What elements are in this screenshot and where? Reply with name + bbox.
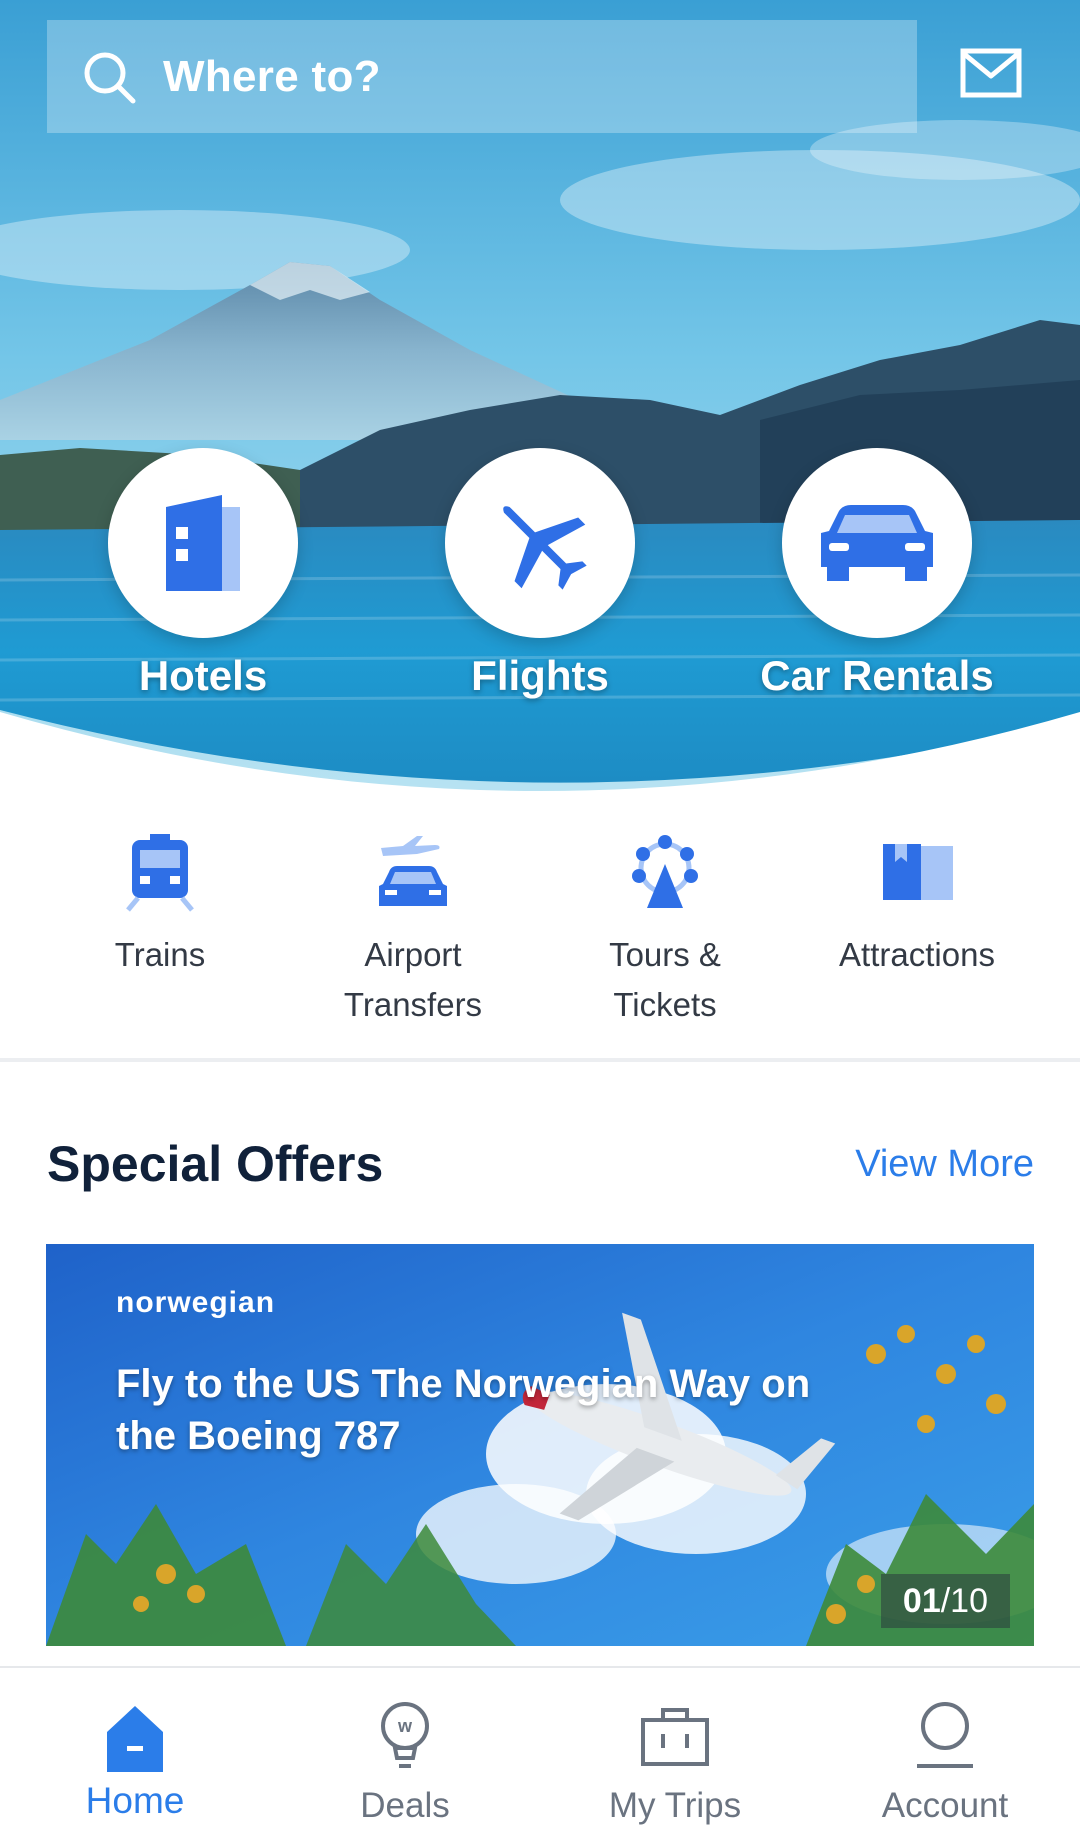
category-attractions[interactable]: Attractions [802,832,1032,980]
bottom-navigation: Home w Deals My Trips Account [0,1666,1080,1841]
banner-headline: Fly to the US The Norwegian Way on the B… [116,1362,811,1458]
nav-label: My Trips [608,1786,742,1825]
category-airport-transfers[interactable]: Airport Transfers [298,832,528,1030]
category-label: Attractions [839,936,995,973]
category-tours-tickets[interactable]: Tours & Tickets [550,832,780,1030]
category-hotels[interactable]: Hotels [53,448,353,700]
counter-current: 01 [902,1582,941,1620]
category-car-rentals[interactable]: Car Rentals [727,448,1027,700]
hero-banner: Where to? Hotels Flights Car Rentals [0,0,1080,800]
flights-icon-circle[interactable] [445,448,635,638]
nav-home[interactable]: Home [0,1668,270,1843]
banner-brand-logo: norwegian [116,1286,276,1319]
section-divider [0,1058,1080,1062]
nav-my-trips[interactable]: My Trips [540,1668,810,1843]
airplane-icon [503,506,587,590]
label-line-2: Tickets [613,986,717,1023]
nav-account[interactable]: Account [810,1668,1080,1843]
carousel-counter: 01/10 [880,1574,1010,1628]
counter-total: /10 [940,1582,988,1620]
hotels-icon-circle[interactable] [108,448,298,638]
car-icon [821,505,933,581]
category-label: Tours & Tickets [550,930,780,1030]
view-more-link[interactable]: View More [855,1143,1034,1186]
nav-label: Account [881,1786,1009,1825]
search-bar[interactable]: Where to? [47,20,917,133]
nav-label: Deals [360,1786,450,1825]
special-offers-title: Special Offers [47,1136,384,1192]
car-rentals-icon-circle[interactable] [782,448,972,638]
mail-icon[interactable] [960,48,1022,100]
category-trains[interactable]: Trains [45,832,275,980]
hotel-building-icon [166,495,240,591]
nav-deals[interactable]: w Deals [270,1668,540,1843]
offer-banner-carousel[interactable]: norwegian Fly to the US The Norwegian Wa… [46,1244,1034,1646]
category-label: Flights [471,652,609,699]
category-label: Hotels [138,652,268,699]
lightbulb-deals-icon: w [381,1702,429,1768]
airport-transfer-icon [379,836,447,906]
label-line-1: Airport [364,936,462,973]
nav-label: Home [85,1780,185,1821]
label-line-2: Transfers [343,986,483,1023]
category-label: Trains [114,936,206,973]
search-icon [84,52,136,103]
home-icon [107,1706,163,1772]
suitcase-icon [641,1708,709,1766]
svg-text:w: w [397,1716,413,1736]
label-line-1: Tours & [609,936,721,973]
map-bookmark-icon [883,844,953,900]
user-icon [917,1702,973,1768]
secondary-categories: Trains Airport Transfers Tours & Tickets [0,832,1080,1032]
category-label: Car Rentals [760,652,994,699]
category-flights[interactable]: Flights [390,448,690,700]
search-input[interactable]: Where to? [163,52,381,102]
train-icon [126,834,194,912]
ferris-wheel-icon [632,835,698,908]
category-label: Airport Transfers [298,930,528,1030]
